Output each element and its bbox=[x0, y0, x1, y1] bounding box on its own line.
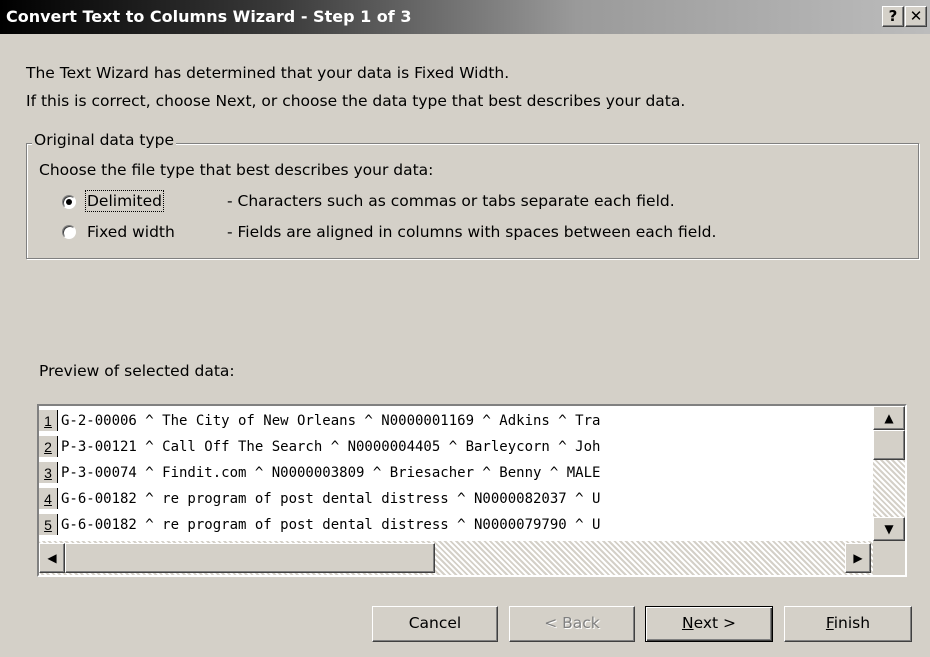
scroll-down-icon[interactable]: ▼ bbox=[873, 517, 905, 541]
delimited-radio-label[interactable]: Delimited bbox=[85, 190, 164, 212]
delimited-radio[interactable] bbox=[62, 195, 76, 209]
help-button[interactable]: ? bbox=[882, 6, 904, 27]
data-preview[interactable]: 1 G-2-00006 ^ The City of New Orleans ^ N… bbox=[37, 404, 907, 577]
finish-button[interactable]: Finish bbox=[784, 606, 912, 642]
delimited-description: - Characters such as commas or tabs sepa… bbox=[227, 192, 675, 210]
horizontal-scrollbar[interactable]: ◀ ▶ bbox=[39, 541, 873, 575]
preview-rows: 1 G-2-00006 ^ The City of New Orleans ^ N… bbox=[39, 406, 873, 541]
preview-row: 2 P-3-00121 ^ Call Off The Search ^ N0000… bbox=[39, 436, 873, 458]
preview-row: 1 G-2-00006 ^ The City of New Orleans ^ N… bbox=[39, 410, 873, 432]
back-button[interactable]: < Back bbox=[509, 606, 635, 642]
title-bar: Convert Text to Columns Wizard - Step 1 … bbox=[0, 0, 930, 34]
row-number: 4 bbox=[39, 488, 58, 509]
next-button[interactable]: Next > bbox=[645, 606, 773, 642]
vertical-scroll-thumb[interactable] bbox=[873, 430, 905, 460]
cancel-button[interactable]: Cancel bbox=[372, 606, 498, 642]
intro-line-1: The Text Wizard has determined that your… bbox=[26, 64, 510, 82]
close-button[interactable]: ✕ bbox=[905, 6, 927, 27]
row-text: P-3-00074 ^ Findit.com ^ N0000003809 ^ B… bbox=[61, 465, 601, 481]
row-number: 5 bbox=[39, 514, 58, 535]
scroll-left-icon[interactable]: ◀ bbox=[39, 543, 65, 573]
row-text: P-3-00121 ^ Call Off The Search ^ N00000… bbox=[61, 439, 601, 455]
horizontal-scroll-thumb[interactable] bbox=[65, 543, 435, 573]
row-text: G-6-00182 ^ re program of post dental di… bbox=[61, 491, 601, 507]
row-text: G-2-00006 ^ The City of New Orleans ^ N0… bbox=[61, 413, 601, 429]
scroll-right-icon[interactable]: ▶ bbox=[845, 543, 871, 573]
preview-row: 3 P-3-00074 ^ Findit.com ^ N0000003809 ^ … bbox=[39, 462, 873, 484]
vertical-scrollbar[interactable]: ▲ ▼ bbox=[873, 406, 905, 541]
finish-accel: F bbox=[825, 614, 834, 632]
next-accel: N bbox=[681, 614, 694, 632]
row-number: 2 bbox=[39, 436, 58, 457]
fixed-width-radio[interactable] bbox=[62, 225, 76, 239]
next-label: ext > bbox=[693, 614, 737, 632]
row-number: 1 bbox=[39, 410, 58, 431]
preview-row: 4 G-6-00182 ^ re program of post dental d… bbox=[39, 488, 873, 510]
intro-line-2: If this is correct, choose Next, or choo… bbox=[26, 92, 686, 110]
scrollbar-corner bbox=[873, 541, 905, 575]
fixed-width-description: - Fields are aligned in columns with spa… bbox=[227, 223, 717, 241]
row-text: G-6-00182 ^ re program of post dental di… bbox=[61, 517, 601, 533]
finish-label: inish bbox=[833, 614, 871, 632]
preview-row: 5 G-6-00182 ^ re program of post dental d… bbox=[39, 514, 873, 536]
preview-label: Preview of selected data: bbox=[39, 362, 235, 380]
fixed-width-radio-label[interactable]: Fixed width bbox=[87, 223, 175, 241]
group-title: Original data type bbox=[32, 131, 177, 149]
scroll-up-icon[interactable]: ▲ bbox=[873, 406, 905, 430]
row-number: 3 bbox=[39, 462, 58, 483]
dialog-title: Convert Text to Columns Wizard - Step 1 … bbox=[6, 7, 412, 26]
convert-text-to-columns-dialog: Convert Text to Columns Wizard - Step 1 … bbox=[0, 0, 930, 657]
file-type-prompt: Choose the file type that best describes… bbox=[39, 161, 434, 179]
